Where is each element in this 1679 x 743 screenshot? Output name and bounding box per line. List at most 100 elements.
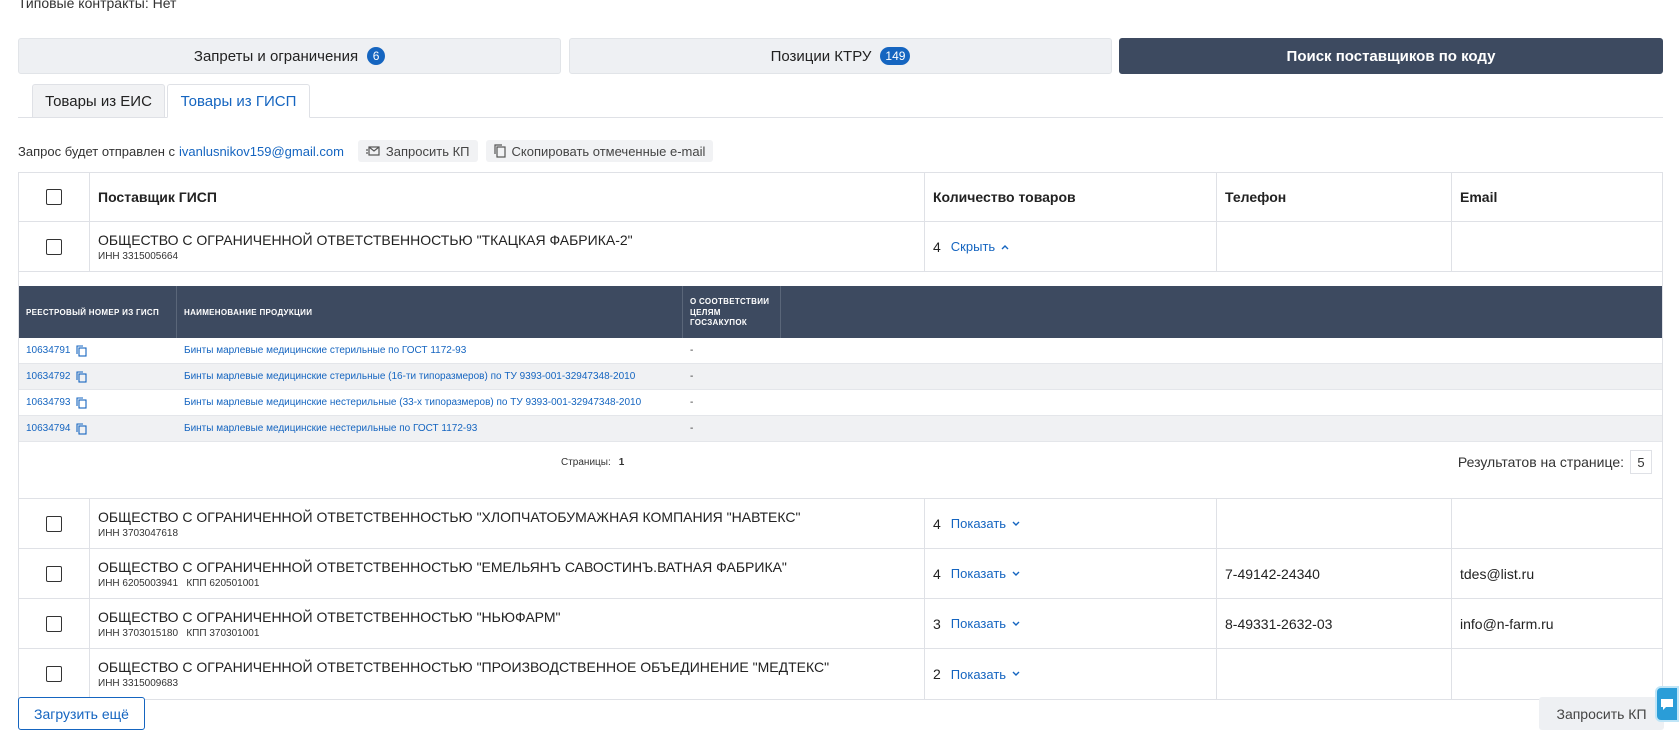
supplier-ids: ИНН 6205003941 КПП 620501001 [98,577,260,589]
tab-label: Поиск поставщиков по коду [1286,47,1496,65]
product-name-link[interactable]: Бинты марлевые медицинские нестерильные … [177,397,683,408]
supplier-name: ОБЩЕСТВО С ОГРАНИЧЕННОЙ ОТВЕТСТВЕННОСТЬЮ… [98,558,787,575]
toggle-label: Показать [950,566,1007,581]
chat-icon [1661,699,1673,710]
goods-count: 3 [933,615,941,632]
goods-row: 10634793 Бинты марлевые медицинские нест… [19,390,1662,416]
hide-goods-toggle[interactable]: Скрыть [951,239,1009,254]
supplier-email: info@n-farm.ru [1460,615,1554,632]
product-name-link[interactable]: Бинты марлевые медицинские стерильные (1… [177,371,683,382]
table-row: ОБЩЕСТВО С ОГРАНИЧЕННОЙ ОТВЕТСТВЕННОСТЬЮ… [19,649,1662,699]
toggle-label: Показать [950,616,1007,631]
typical-contracts-text: Типовые контракты: Нет [18,0,177,11]
header-registry-number: Реестровый номер из ГИСП [19,286,177,338]
request-prefix: Запрос будет отправлен с [18,143,175,159]
per-page-select[interactable]: 5 [1630,450,1652,474]
goods-pager: Страницы: 1 Результатов на странице: 5 [19,442,1662,482]
supplier-phone [1217,649,1452,699]
copy-icon [493,144,506,158]
request-kp-button[interactable]: Запросить КП [357,140,478,162]
row-checkbox[interactable] [46,666,62,682]
header-qty: Количество товаров [925,173,1217,221]
table-row: ОБЩЕСТВО С ОГРАНИЧЕННОЙ ОТВЕТСТВЕННОСТЬЮ… [19,222,1662,272]
product-name-link[interactable]: Бинты марлевые медицинские стерильные по… [177,345,683,356]
supplier-email [1452,649,1662,699]
supplier-phone: 8-49331-2632-03 [1217,599,1452,648]
pages-indicator: Страницы: 1 [561,457,624,468]
toggle-label: Скрыть [950,239,996,254]
show-goods-toggle[interactable]: Показать [951,616,1020,631]
show-goods-toggle[interactable]: Показать [951,566,1020,581]
show-goods-toggle[interactable]: Показать [951,667,1020,682]
conformity-value: - [690,371,694,382]
subtab-label: Товары из ГИСП [180,92,297,110]
copy-icon[interactable] [75,422,87,435]
suppliers-table: Поставщик ГИСП Количество товаров Телефо… [18,172,1663,700]
header-supplier: Поставщик ГИСП [90,173,925,221]
load-more-button[interactable]: Загрузить ещё [18,697,145,730]
goods-row: 10634791 Бинты марлевые медицинские стер… [19,338,1662,364]
registry-number-link[interactable]: 10634792 [26,371,71,382]
registry-number-link[interactable]: 10634791 [26,345,71,356]
select-all-checkbox[interactable] [46,189,62,205]
send-icon [365,145,380,156]
goods-subtable-area: Реестровый номер из ГИСП Наименование пр… [19,286,1662,499]
supplier-ids: ИНН 3315009683 [98,678,179,689]
header-phone: Телефон [1217,173,1452,221]
goods-subtable: Реестровый номер из ГИСП Наименование пр… [19,286,1662,482]
goods-count: 4 [933,238,941,255]
copy-icon[interactable] [75,344,87,357]
product-name-link[interactable]: Бинты марлевые медицинские нестерильные … [177,423,683,434]
goods-subtable-header: Реестровый номер из ГИСП Наименование пр… [19,286,1662,338]
subtab-gisp-goods[interactable]: Товары из ГИСП [167,84,310,118]
registry-number-link[interactable]: 10634793 [26,397,71,408]
tab-ktru-positions[interactable]: Позиции КТРУ 149 [569,38,1112,74]
copy-emails-button[interactable]: Скопировать отмеченные e-mail [485,140,714,162]
supplier-phone: 7-49142-24340 [1217,549,1452,598]
supplier-ids: ИНН 3703015180 КПП 370301001 [98,627,260,639]
page-number[interactable]: 1 [619,457,625,468]
conformity-value: - [690,423,694,434]
chevron-down-icon [1012,571,1020,576]
subtab-label: Товары из ЕИС [45,92,152,110]
tab-bans-restrictions[interactable]: Запреты и ограничения 6 [18,38,561,74]
show-goods-toggle[interactable]: Показать [951,516,1020,531]
supplier-name: ОБЩЕСТВО С ОГРАНИЧЕННОЙ ОТВЕТСТВЕННОСТЬЮ… [98,508,801,525]
goods-count: 2 [933,666,941,682]
row-checkbox[interactable] [46,565,62,582]
chevron-down-icon [1012,521,1020,526]
supplier-email [1452,499,1662,548]
supplier-phone [1217,499,1452,548]
request-line: Запрос будет отправлен с ivanlusnikov159… [18,140,714,162]
copy-icon[interactable] [75,396,87,409]
sender-email-link[interactable]: ivanlusnikov159@gmail.com [179,144,344,159]
supplier-ids: ИНН 3315005664 [98,250,179,262]
request-kp-bottom-button[interactable]: Запросить КП [1539,697,1664,730]
supplier-name: ОБЩЕСТВО С ОГРАНИЧЕННОЙ ОТВЕТСТВЕННОСТЬЮ… [98,659,830,675]
table-row: ОБЩЕСТВО С ОГРАНИЧЕННОЙ ОТВЕТСТВЕННОСТЬЮ… [19,549,1662,599]
table-row: ОБЩЕСТВО С ОГРАНИЧЕННОЙ ОТВЕТСТВЕННОСТЬЮ… [19,499,1662,549]
supplier-phone [1217,222,1452,271]
toggle-label: Показать [950,666,1007,682]
conformity-value: - [690,345,694,356]
tab-supplier-search[interactable]: Поиск поставщиков по коду [1119,38,1663,74]
row-checkbox[interactable] [46,238,62,255]
copy-emails-label: Скопировать отмеченные e-mail [511,143,706,159]
goods-count: 4 [933,565,941,582]
table-row: ОБЩЕСТВО С ОГРАНИЧЕННОЙ ОТВЕТСТВЕННОСТЬЮ… [19,599,1662,649]
toggle-label: Показать [950,516,1007,531]
supplier-name: ОБЩЕСТВО С ОГРАНИЧЕННОЙ ОТВЕТСТВЕННОСТЬЮ… [98,608,561,625]
per-page-control: Результатов на странице: 5 [1458,450,1652,474]
copy-icon[interactable] [75,370,87,383]
supplier-email: tdes@list.ru [1460,565,1535,582]
header-email: Email [1460,189,1498,205]
chevron-up-icon [1001,244,1009,249]
row-checkbox[interactable] [46,615,62,632]
goods-row: 10634794 Бинты марлевые медицинские нест… [19,416,1662,442]
registry-number-link[interactable]: 10634794 [26,423,71,434]
chat-widget-button[interactable] [1655,686,1679,722]
count-badge: 6 [367,47,386,65]
row-checkbox[interactable] [46,515,62,532]
subtab-eis-goods[interactable]: Товары из ЕИС [32,84,165,118]
conformity-value: - [690,397,694,408]
